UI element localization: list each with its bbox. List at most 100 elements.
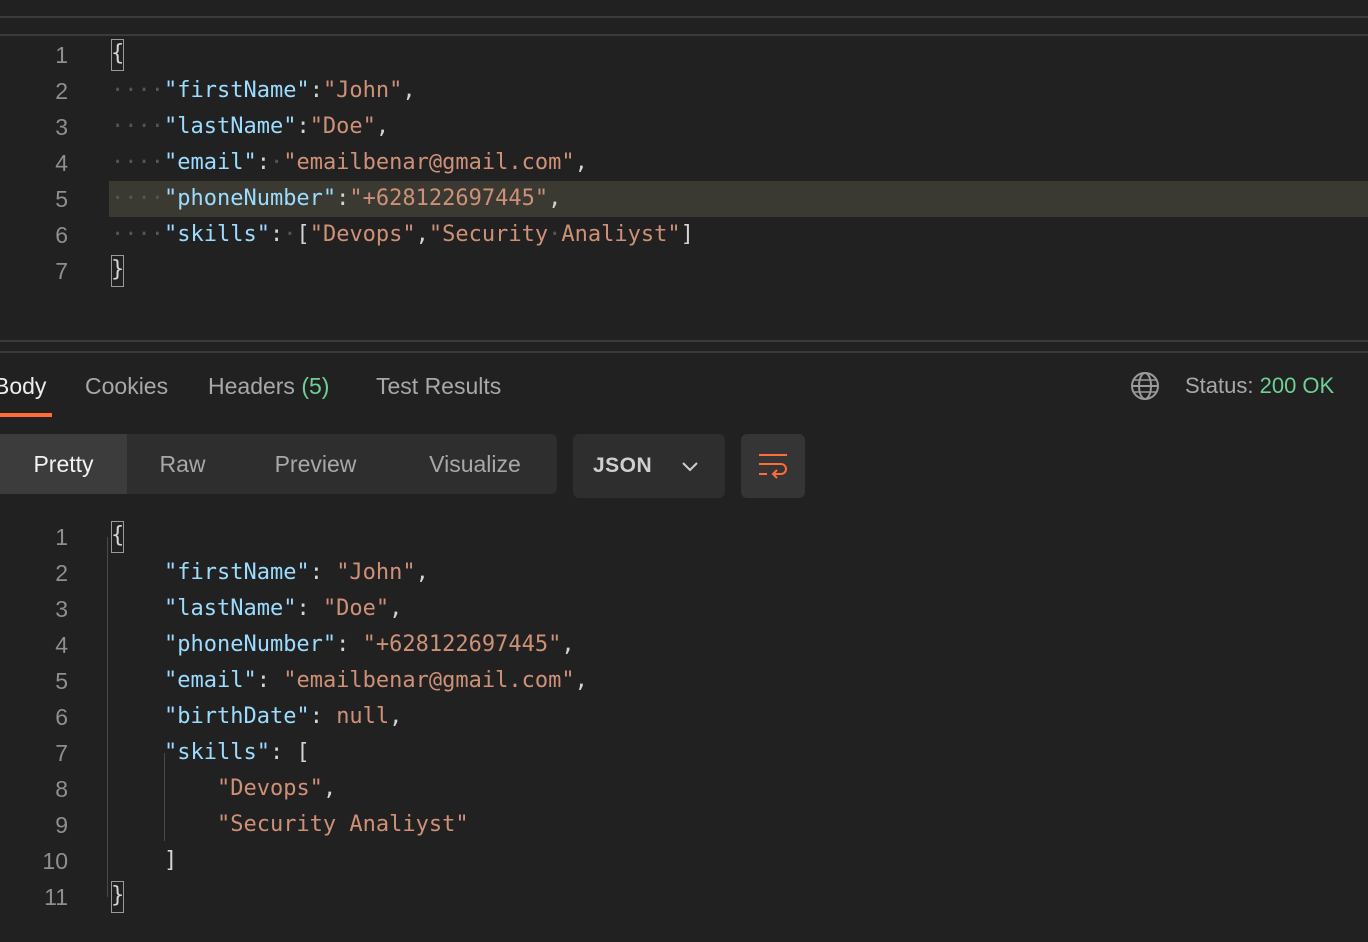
code-token: "phoneNumber" xyxy=(163,186,337,211)
code-text: "birthDate": null, xyxy=(111,699,402,735)
format-dropdown[interactable]: JSON xyxy=(573,434,725,498)
code-line[interactable]: 1{ xyxy=(0,37,1368,73)
status-label: Status: xyxy=(1185,373,1254,398)
line-number: 3 xyxy=(55,596,68,622)
code-line[interactable]: 9 "Security Analiyst" xyxy=(0,807,1368,843)
line-number: 7 xyxy=(55,740,68,766)
code-token: , xyxy=(389,704,403,729)
line-number: 4 xyxy=(55,632,68,658)
code-line[interactable]: 11} xyxy=(0,879,1368,915)
code-text: "email": "emailbenar@gmail.com", xyxy=(111,663,588,699)
code-token: · xyxy=(283,222,297,247)
code-text: ····"firstName":"John", xyxy=(111,73,416,109)
code-text: } xyxy=(111,879,125,915)
code-token: "skills" xyxy=(163,740,270,765)
code-text: { xyxy=(111,519,125,555)
code-token: "firstName" xyxy=(163,560,310,585)
code-line[interactable]: 5 ····"phoneNumber":"+628122697445", xyxy=(55,181,1368,217)
line-number: 2 xyxy=(55,560,68,586)
tab-headers[interactable]: Headers (5) xyxy=(208,368,329,404)
code-token: "Devops" xyxy=(216,776,323,801)
divider-top xyxy=(0,16,1368,18)
code-text: "lastName": "Doe", xyxy=(111,591,402,627)
view-mode-raw[interactable]: Raw xyxy=(127,434,238,494)
code-text: ] xyxy=(111,843,177,879)
line-number: 8 xyxy=(55,776,68,802)
code-token: : xyxy=(309,560,337,585)
code-line[interactable]: 10 ] xyxy=(0,843,1368,879)
code-line[interactable]: 3 "lastName": "Doe", xyxy=(0,591,1368,627)
code-line[interactable]: 2 ····"firstName":"John", xyxy=(0,73,1368,109)
tab-headers-label: Headers xyxy=(208,373,295,399)
tab-body-underline xyxy=(0,413,52,417)
code-token: "phoneNumber" xyxy=(163,632,337,657)
code-token: ···· xyxy=(111,78,164,103)
code-token: : xyxy=(336,632,363,657)
code-token: · xyxy=(548,222,562,247)
code-token: : xyxy=(296,596,323,621)
code-token: , xyxy=(574,150,588,175)
code-line[interactable]: 8 "Devops", xyxy=(0,771,1368,807)
word-wrap-button[interactable] xyxy=(741,434,805,498)
code-text: ····"email":·"emailbenar@gmail.com", xyxy=(111,145,588,181)
line-number: 6 xyxy=(55,222,68,248)
code-token: , xyxy=(402,78,416,103)
code-text: ····"lastName":"Doe", xyxy=(111,109,389,145)
code-token: , xyxy=(574,668,588,693)
divider-response-top xyxy=(0,351,1368,353)
line-number: 5 xyxy=(55,668,68,694)
code-token: ···· xyxy=(111,114,164,139)
tab-test-results[interactable]: Test Results xyxy=(376,368,501,404)
code-token: "skills" xyxy=(163,222,270,247)
view-mode-pretty[interactable]: Pretty xyxy=(0,434,127,494)
code-token: , xyxy=(415,560,429,585)
matched-brace: } xyxy=(111,881,125,913)
code-text: { xyxy=(111,37,125,73)
code-token: , xyxy=(389,596,403,621)
code-token: "lastName" xyxy=(163,114,297,139)
code-token: "birthDate" xyxy=(163,704,310,729)
matched-brace: { xyxy=(111,39,125,71)
code-line[interactable]: 6 "birthDate": null, xyxy=(0,699,1368,735)
code-line[interactable]: 6 ····"skills":·["Devops","Security·Anali… xyxy=(0,217,1368,253)
tab-body[interactable]: Body xyxy=(0,368,46,404)
code-line[interactable]: 7 "skills": [ xyxy=(0,735,1368,771)
code-token: "Security xyxy=(428,222,549,247)
code-text: "skills": [ xyxy=(111,735,310,771)
view-mode-visualize[interactable]: Visualize xyxy=(393,434,557,494)
tab-cookies[interactable]: Cookies xyxy=(85,368,168,404)
code-line[interactable]: 4 "phoneNumber": "+628122697445", xyxy=(0,627,1368,663)
code-token: : xyxy=(256,150,270,175)
globe-icon[interactable] xyxy=(1130,371,1160,401)
code-text: ····"skills":·["Devops","Security·Analiy… xyxy=(111,217,694,253)
code-line[interactable]: 1{ xyxy=(0,519,1368,555)
code-line[interactable]: 4 ····"email":·"emailbenar@gmail.com", xyxy=(0,145,1368,181)
code-token: "email" xyxy=(163,150,257,175)
line-number: 11 xyxy=(44,884,68,910)
code-token: , xyxy=(548,186,562,211)
code-token: · xyxy=(269,150,284,175)
view-mode-preview[interactable]: Preview xyxy=(238,434,393,494)
code-line[interactable]: 5 "email": "emailbenar@gmail.com", xyxy=(0,663,1368,699)
code-token: "John" xyxy=(336,560,416,585)
code-line[interactable]: 7} xyxy=(0,253,1368,289)
line-number: 5 xyxy=(55,186,68,212)
line-number: 1 xyxy=(55,42,68,68)
code-line[interactable]: 3 ····"lastName":"Doe", xyxy=(0,109,1368,145)
code-token: ···· xyxy=(111,222,164,247)
code-token: : xyxy=(309,78,323,103)
code-token: [ xyxy=(296,222,310,247)
code-token: ] xyxy=(111,848,178,873)
code-line[interactable]: 2 "firstName": "John", xyxy=(0,555,1368,591)
response-status[interactable]: Status: 200 OK xyxy=(1185,368,1334,404)
code-token: "Devops" xyxy=(309,222,416,247)
code-token: "John" xyxy=(322,78,403,103)
code-token: , xyxy=(561,632,575,657)
code-token: , xyxy=(375,114,390,139)
headers-count-badge: (5) xyxy=(301,373,330,399)
line-number: 4 xyxy=(55,150,68,176)
